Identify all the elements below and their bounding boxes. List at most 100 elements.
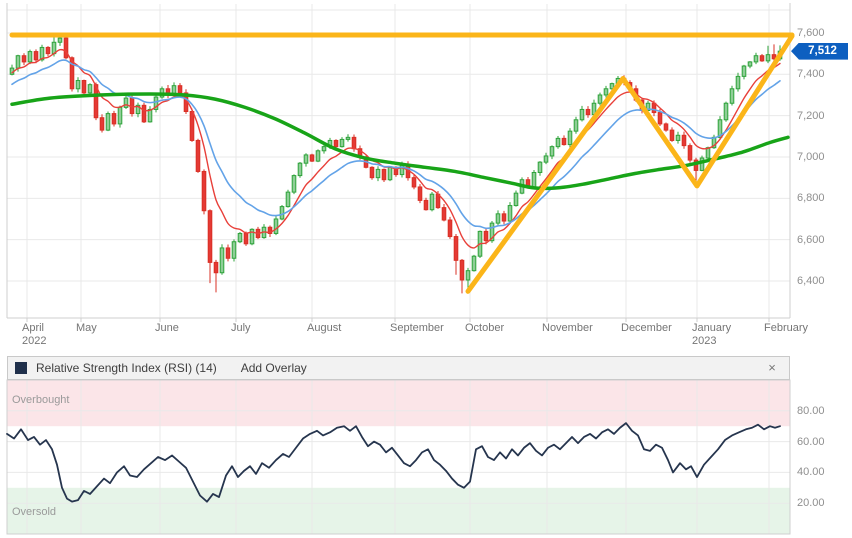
oversold-label: Oversold	[12, 506, 56, 518]
candle	[346, 134, 350, 141]
candle	[514, 191, 518, 207]
price-axis-label: 6,600	[797, 234, 825, 246]
candle	[508, 202, 512, 222]
candle	[556, 136, 560, 149]
candle	[136, 103, 140, 118]
candle	[412, 175, 416, 189]
candle	[28, 50, 32, 65]
oversold-band	[7, 488, 790, 534]
time-axis-label: April2022	[22, 322, 46, 348]
candle	[724, 102, 728, 122]
candle	[472, 255, 476, 272]
overbought-band	[7, 380, 790, 426]
candle	[742, 65, 746, 79]
candle	[106, 111, 110, 131]
time-axis-label: August	[307, 322, 341, 335]
moving-average-medium	[12, 60, 780, 228]
candle	[460, 259, 464, 293]
candle	[88, 83, 92, 95]
candle	[538, 161, 542, 176]
price-axis-label: 7,600	[797, 27, 825, 39]
time-axis-label: November	[542, 322, 593, 335]
candle	[196, 139, 200, 173]
candle	[280, 205, 284, 220]
rsi-panel-header: Relative Strength Index (RSI) (14) Add O…	[7, 356, 790, 380]
candle	[580, 106, 584, 122]
candle	[166, 85, 170, 98]
candle	[226, 244, 230, 261]
time-axis-label: December	[621, 322, 672, 335]
candle	[598, 93, 602, 106]
candle	[682, 132, 686, 149]
candle	[220, 244, 224, 275]
candle	[154, 94, 158, 112]
overbought-label: Overbought	[12, 394, 69, 406]
candle	[298, 162, 302, 178]
candle	[274, 216, 278, 235]
candle	[382, 169, 386, 182]
candle	[568, 128, 572, 148]
candle	[574, 117, 578, 134]
candle	[664, 122, 668, 131]
price-axis-label: 6,400	[797, 275, 825, 287]
price-axis-label: 6,800	[797, 192, 825, 204]
candle	[202, 169, 206, 214]
rsi-close-icon[interactable]: ×	[763, 359, 781, 377]
candle	[748, 61, 752, 68]
time-axis-label: May	[76, 322, 97, 335]
time-axis-label: February	[764, 322, 808, 335]
time-axis-label: July	[231, 322, 251, 335]
candle	[754, 53, 758, 64]
candle	[760, 54, 764, 62]
stock-chart-app: 7,600 7,400 7,200 7,000 6,800 6,600 6,400 7,51…	[0, 0, 852, 538]
candle	[118, 106, 122, 128]
candle	[22, 53, 26, 65]
candle	[418, 184, 422, 203]
candle	[370, 166, 374, 180]
candle	[208, 209, 212, 283]
candle	[562, 135, 566, 145]
candle	[316, 149, 320, 162]
time-axis-label: January2023	[692, 322, 731, 348]
time-axis-label: September	[390, 322, 444, 335]
candle	[454, 234, 458, 275]
candle	[100, 114, 104, 132]
add-overlay-button[interactable]: Add Overlay	[241, 361, 307, 375]
candle	[112, 111, 116, 127]
rsi-panel-title: Relative Strength Index (RSI) (14)	[36, 361, 217, 375]
candle	[214, 260, 218, 292]
candle	[388, 166, 392, 181]
price-axis-label: 7,200	[797, 110, 825, 122]
candle	[448, 217, 452, 239]
candle	[676, 132, 680, 144]
rsi-legend-swatch-icon	[15, 362, 27, 374]
time-axis-label: October	[465, 322, 504, 335]
last-price-badge: 7,512	[791, 43, 848, 60]
rsi-axis-label: 60.00	[797, 436, 825, 448]
candle	[604, 86, 608, 98]
candle	[64, 37, 68, 59]
candle	[76, 77, 80, 92]
candle	[688, 143, 692, 162]
candle	[496, 210, 500, 226]
candle	[46, 46, 50, 56]
rsi-axis-label: 80.00	[797, 405, 825, 417]
candle	[238, 232, 242, 243]
candle	[10, 65, 14, 76]
rsi-axis-label: 40.00	[797, 466, 825, 478]
moving-average-fast	[12, 50, 780, 248]
price-axis-label: 7,000	[797, 151, 825, 163]
candle	[232, 239, 236, 261]
candle	[502, 211, 506, 224]
candle	[730, 86, 734, 106]
last-price-value: 7,512	[808, 45, 837, 57]
price-axis-label: 7,400	[797, 68, 825, 80]
candle	[142, 103, 146, 123]
candle	[310, 154, 314, 162]
candle	[376, 166, 380, 181]
candle	[286, 190, 290, 208]
candle	[340, 137, 344, 148]
candle	[148, 106, 152, 123]
candle	[124, 95, 128, 109]
candle	[736, 73, 740, 92]
